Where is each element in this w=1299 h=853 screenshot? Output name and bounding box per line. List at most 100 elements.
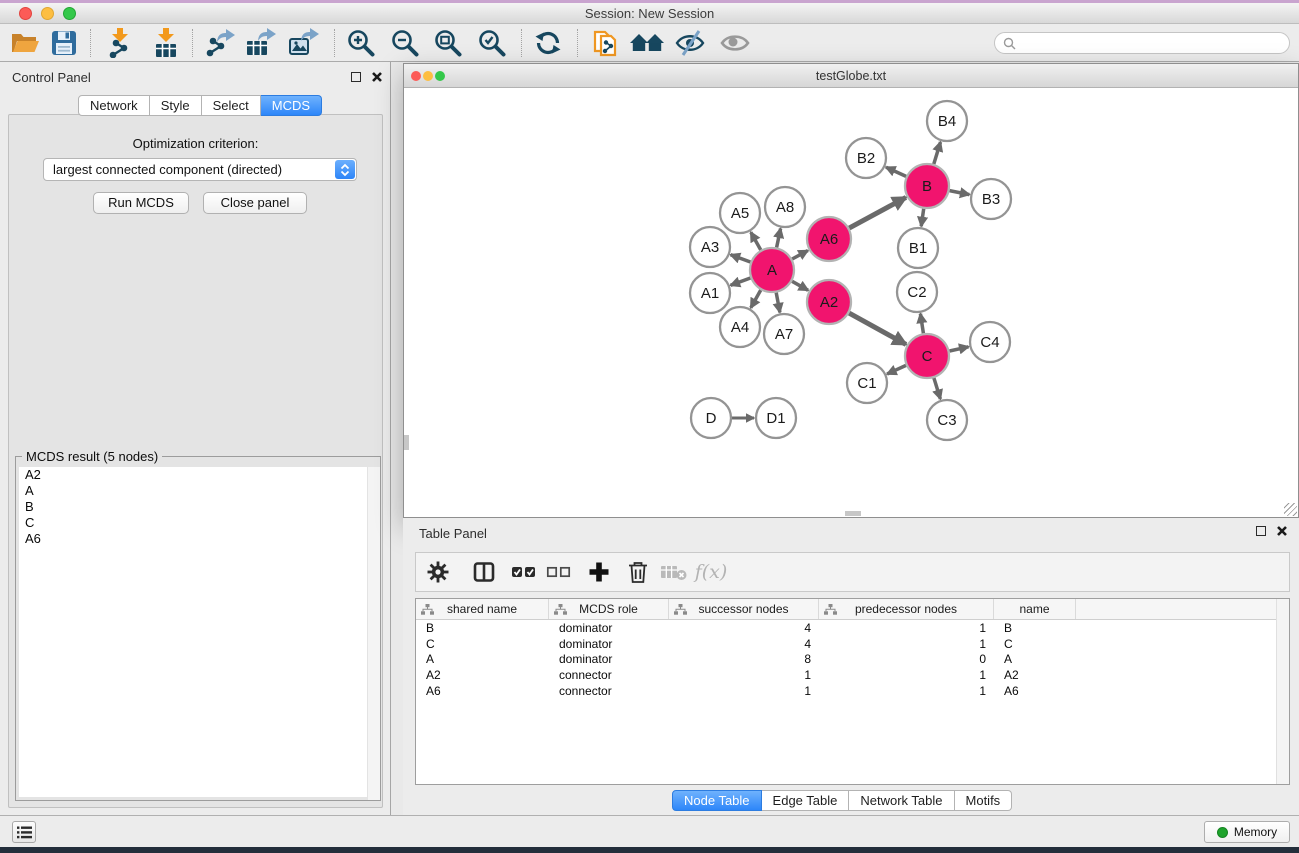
import-table-icon[interactable] <box>151 28 181 58</box>
graph-edge-C-C4[interactable] <box>950 347 969 351</box>
mcds-result-item[interactable]: C <box>19 515 377 531</box>
graph-node-B1[interactable]: B1 <box>898 228 938 268</box>
table-close-panel-icon[interactable] <box>1276 525 1289 538</box>
graph-edge-A-A5[interactable] <box>751 232 761 250</box>
graph-edge-C-C3[interactable] <box>934 378 941 399</box>
split-view-icon[interactable] <box>472 560 496 584</box>
zoom-fit-icon[interactable] <box>433 28 463 58</box>
graph-edge-A-A3[interactable] <box>731 255 751 262</box>
search-field[interactable] <box>994 32 1290 54</box>
column-header-name[interactable]: name <box>994 599 1076 619</box>
network-window-titlebar[interactable]: testGlobe.txt <box>404 64 1298 88</box>
graph-node-D[interactable]: D <box>691 398 731 438</box>
graph-node-C1[interactable]: C1 <box>847 363 887 403</box>
graph-edge-C-C2[interactable] <box>920 314 923 334</box>
copy-style-icon[interactable] <box>592 28 620 58</box>
close-panel-button[interactable]: Close panel <box>203 192 307 214</box>
settings-gear-icon[interactable] <box>426 560 450 584</box>
delete-table-icon[interactable] <box>660 562 688 582</box>
table-scrollbar[interactable] <box>1276 599 1289 784</box>
add-column-icon[interactable] <box>588 561 610 583</box>
graph-edge-A-A6[interactable] <box>792 251 808 260</box>
search-input[interactable] <box>1021 36 1289 50</box>
graph-edge-B-B1[interactable] <box>921 209 924 226</box>
graph-node-A3[interactable]: A3 <box>690 227 730 267</box>
column-header-successor-nodes[interactable]: successor nodes <box>669 599 819 619</box>
tab-edge-table[interactable]: Edge Table <box>762 790 850 811</box>
hide-selected-icon[interactable] <box>675 29 705 57</box>
graph-node-A7[interactable]: A7 <box>764 314 804 354</box>
graph-edge-B-B2[interactable] <box>886 167 906 176</box>
task-history-button[interactable] <box>12 821 36 843</box>
zoom-selected-icon[interactable] <box>477 28 507 58</box>
graph-edge-A2-C[interactable] <box>849 313 906 344</box>
graph-edge-B-B4[interactable] <box>934 142 941 164</box>
table-row[interactable]: A2connector11A2 <box>416 667 1276 683</box>
graph-node-A8[interactable]: A8 <box>765 187 805 227</box>
graph-edge-A-A7[interactable] <box>776 293 780 313</box>
refresh-layout-icon[interactable] <box>534 29 562 57</box>
canvas-bottom-handle[interactable] <box>845 511 861 516</box>
graph-node-C[interactable]: C <box>905 334 949 378</box>
run-mcds-button[interactable]: Run MCDS <box>93 192 189 214</box>
graph-node-B3[interactable]: B3 <box>971 179 1011 219</box>
table-row[interactable]: Cdominator41C <box>416 636 1276 652</box>
function-builder-icon[interactable]: f(x) <box>695 561 728 583</box>
tab-select[interactable]: Select <box>202 95 261 116</box>
mcds-result-item[interactable]: A6 <box>19 531 377 547</box>
criterion-dropdown[interactable]: largest connected component (directed) <box>43 158 357 181</box>
graph-edge-A-A2[interactable] <box>792 281 808 290</box>
export-image-icon[interactable] <box>288 28 320 58</box>
export-network-icon[interactable] <box>204 28 236 58</box>
graph-edge-A6-B[interactable] <box>849 197 906 228</box>
mcds-result-item[interactable]: A <box>19 483 377 499</box>
graph-edge-B-B3[interactable] <box>950 191 970 195</box>
column-header-predecessor-nodes[interactable]: predecessor nodes <box>819 599 994 619</box>
graph-edge-A-A8[interactable] <box>777 229 781 248</box>
table-row[interactable]: A6connector11A6 <box>416 683 1276 699</box>
graph-edge-C-C1[interactable] <box>887 365 906 374</box>
memory-button[interactable]: Memory <box>1204 821 1290 843</box>
open-session-icon[interactable] <box>10 30 40 56</box>
close-panel-icon[interactable] <box>371 71 384 84</box>
window-resize-grip[interactable] <box>1284 503 1297 516</box>
table-row[interactable]: Bdominator41B <box>416 620 1276 636</box>
graph-node-C2[interactable]: C2 <box>897 272 937 312</box>
network-canvas[interactable]: B4B2BB3A5A8A6B1A3AA1C2A2A4A7C4CC1C3DD1 <box>404 89 1298 517</box>
graph-node-A4[interactable]: A4 <box>720 307 760 347</box>
export-table-icon[interactable] <box>245 28 277 58</box>
tab-node-table[interactable]: Node Table <box>672 790 762 811</box>
delete-columns-icon[interactable] <box>627 560 649 584</box>
mcds-result-item[interactable]: B <box>19 499 377 515</box>
mcds-list-scrollbar[interactable] <box>367 467 380 800</box>
canvas-left-handle[interactable] <box>404 435 409 450</box>
graph-node-B2[interactable]: B2 <box>846 138 886 178</box>
tab-network[interactable]: Network <box>78 95 150 116</box>
import-network-icon[interactable] <box>105 28 135 58</box>
graph-edge-A-A1[interactable] <box>731 278 751 285</box>
graph-node-A2[interactable]: A2 <box>807 280 851 324</box>
mcds-result-item[interactable]: A2 <box>19 467 377 483</box>
table-float-panel-icon[interactable] <box>1256 525 1269 538</box>
column-header-MCDS-role[interactable]: MCDS role <box>549 599 669 619</box>
zoom-out-icon[interactable] <box>390 28 420 58</box>
graph-node-A1[interactable]: A1 <box>690 273 730 313</box>
graph-node-A6[interactable]: A6 <box>807 217 851 261</box>
show-all-icon[interactable] <box>720 32 750 54</box>
graph-node-D1[interactable]: D1 <box>756 398 796 438</box>
select-all-columns-icon[interactable] <box>511 564 537 580</box>
graph-node-C4[interactable]: C4 <box>970 322 1010 362</box>
graph-node-A[interactable]: A <box>750 248 794 292</box>
column-header-shared-name[interactable]: shared name <box>416 599 549 619</box>
zoom-in-icon[interactable] <box>346 28 376 58</box>
float-panel-icon[interactable] <box>351 71 364 84</box>
first-neighbors-icon[interactable] <box>630 30 664 56</box>
graph-node-C3[interactable]: C3 <box>927 400 967 440</box>
table-row[interactable]: Adominator80A <box>416 651 1276 667</box>
graph-node-A5[interactable]: A5 <box>720 193 760 233</box>
tab-style[interactable]: Style <box>150 95 202 116</box>
save-session-icon[interactable] <box>51 30 77 56</box>
tab-motifs[interactable]: Motifs <box>955 790 1013 811</box>
deselect-all-columns-icon[interactable] <box>546 564 572 580</box>
graph-edge-A-A4[interactable] <box>751 290 761 308</box>
